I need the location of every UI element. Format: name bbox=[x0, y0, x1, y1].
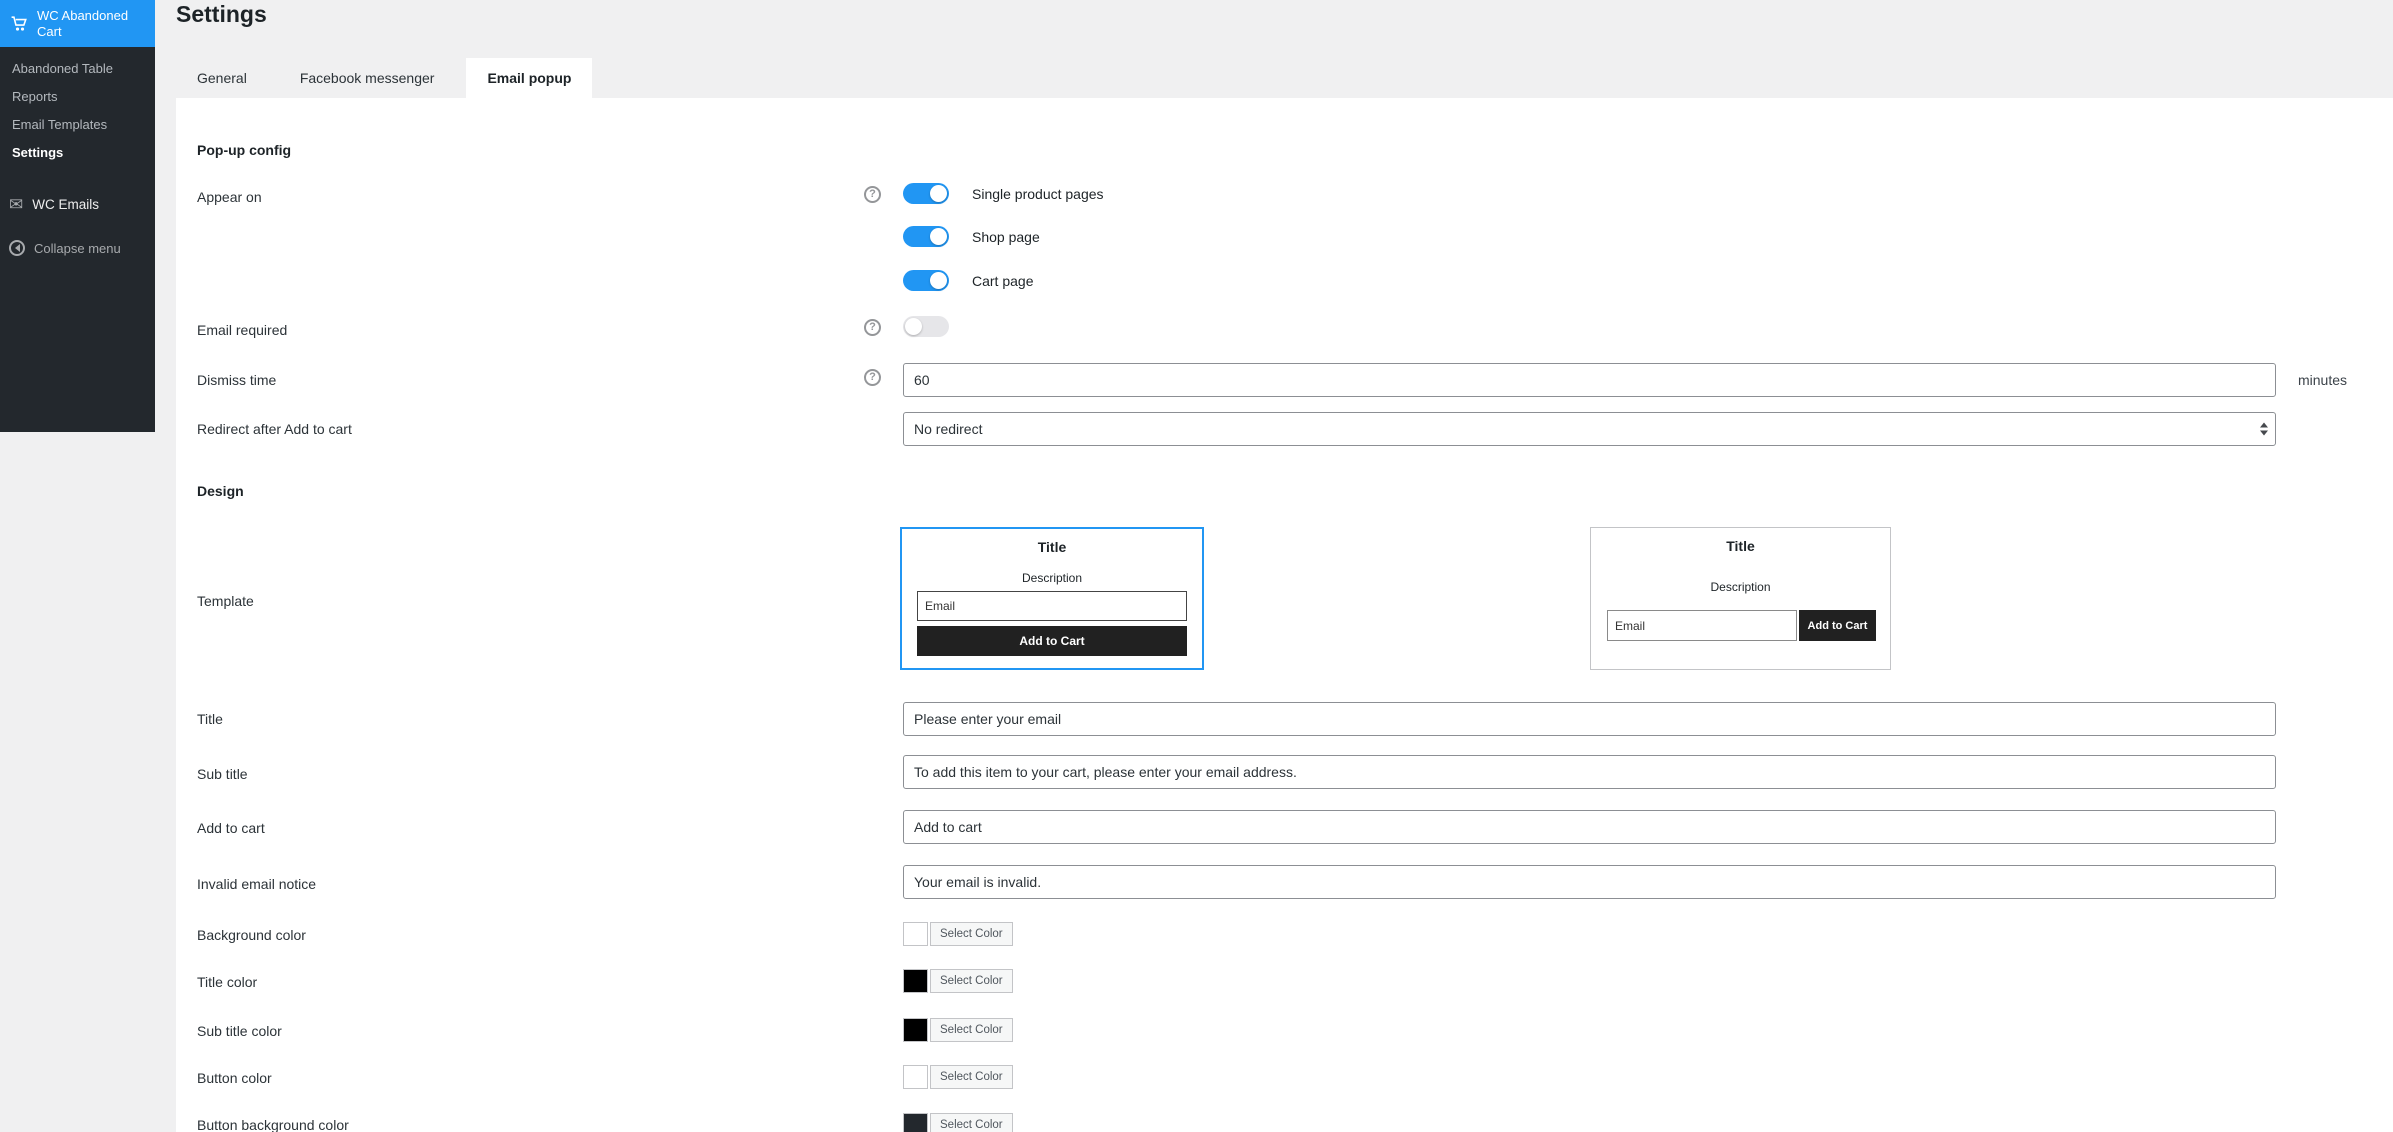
toggle-email-required[interactable] bbox=[903, 316, 949, 337]
sidebar-submenu: Abandoned Table Reports Email Templates … bbox=[0, 47, 155, 181]
template-preview-description: Description bbox=[1591, 580, 1890, 594]
toggle-single-product-pages[interactable] bbox=[903, 183, 949, 204]
button-color-picker[interactable]: Select Color bbox=[903, 1065, 1013, 1089]
template-preview-email-input: Email bbox=[917, 591, 1187, 621]
admin-sidebar: WC Abandoned Cart Abandoned Table Report… bbox=[0, 0, 155, 432]
template-preview-title: Title bbox=[902, 539, 1202, 555]
redirect-label: Redirect after Add to cart bbox=[197, 421, 352, 437]
sidebar-brand-label: WC Abandoned Cart bbox=[37, 8, 149, 40]
email-popup-settings-panel: Pop-up config Appear on Single product p… bbox=[176, 98, 2393, 1132]
background-color-picker[interactable]: Select Color bbox=[903, 922, 1013, 946]
collapse-menu-button[interactable]: Collapse menu bbox=[0, 234, 155, 262]
title-color-picker[interactable]: Select Color bbox=[903, 969, 1013, 993]
design-heading: Design bbox=[197, 483, 244, 499]
background-color-label: Background color bbox=[197, 927, 306, 943]
tab-facebook-messenger[interactable]: Facebook messenger bbox=[279, 58, 456, 98]
color-swatch bbox=[903, 1018, 928, 1042]
redirect-select-value: No redirect bbox=[914, 421, 982, 437]
wp-admin-screen: WC Abandoned Cart Abandoned Table Report… bbox=[0, 0, 2393, 1132]
select-arrows-icon bbox=[2260, 423, 2268, 436]
help-icon[interactable] bbox=[864, 369, 881, 386]
sub-title-color-picker[interactable]: Select Color bbox=[903, 1018, 1013, 1042]
title-input[interactable] bbox=[903, 702, 2276, 736]
title-color-label: Title color bbox=[197, 974, 257, 990]
redirect-select[interactable]: No redirect bbox=[903, 412, 2276, 446]
toggle-label-cart-page: Cart page bbox=[972, 273, 1033, 289]
sidebar-item-reports[interactable]: Reports bbox=[0, 83, 155, 111]
sub-title-input[interactable] bbox=[903, 755, 2276, 789]
template-preview-email-input: Email bbox=[1607, 610, 1797, 641]
template-preview-add-to-cart-button: Add to Cart bbox=[917, 626, 1187, 656]
tab-email-popup[interactable]: Email popup bbox=[466, 58, 592, 98]
color-swatch bbox=[903, 969, 928, 993]
template-option-inline[interactable]: Title Description Email Add to Cart bbox=[1590, 527, 1891, 670]
add-to-cart-input[interactable] bbox=[903, 810, 2276, 844]
appear-on-label: Appear on bbox=[197, 189, 262, 205]
template-label: Template bbox=[197, 593, 254, 609]
title-label: Title bbox=[197, 711, 223, 727]
email-required-label: Email required bbox=[197, 322, 287, 338]
select-color-button[interactable]: Select Color bbox=[930, 969, 1013, 993]
template-option-stacked[interactable]: Title Description Email Add to Cart bbox=[900, 527, 1204, 670]
invalid-email-notice-input[interactable] bbox=[903, 865, 2276, 899]
popup-config-heading: Pop-up config bbox=[197, 142, 291, 158]
settings-tabs: General Facebook messenger Email popup bbox=[176, 58, 592, 98]
select-color-button[interactable]: Select Color bbox=[930, 1113, 1013, 1132]
button-background-color-label: Button background color bbox=[197, 1117, 349, 1132]
button-color-label: Button color bbox=[197, 1070, 272, 1086]
dismiss-time-unit: minutes bbox=[2298, 372, 2347, 388]
dismiss-time-input[interactable] bbox=[903, 363, 2276, 397]
help-icon[interactable] bbox=[864, 319, 881, 336]
sidebar-item-settings[interactable]: Settings bbox=[0, 139, 155, 167]
select-color-button[interactable]: Select Color bbox=[930, 1065, 1013, 1089]
sidebar-item-wc-emails[interactable]: ✉ WC Emails bbox=[0, 187, 155, 221]
sidebar-item-email-templates[interactable]: Email Templates bbox=[0, 111, 155, 139]
cart-icon bbox=[10, 14, 29, 33]
sub-title-label: Sub title bbox=[197, 766, 248, 782]
template-preview-title: Title bbox=[1591, 538, 1890, 554]
email-icon: ✉ bbox=[9, 196, 23, 213]
toggle-label-single-product-pages: Single product pages bbox=[972, 186, 1104, 202]
sidebar-item-wc-abandoned-cart[interactable]: WC Abandoned Cart bbox=[0, 0, 155, 47]
color-swatch bbox=[903, 1065, 928, 1089]
button-background-color-picker[interactable]: Select Color bbox=[903, 1113, 1013, 1132]
toggle-cart-page[interactable] bbox=[903, 270, 949, 291]
template-preview-add-to-cart-button: Add to Cart bbox=[1799, 610, 1876, 641]
invalid-email-notice-label: Invalid email notice bbox=[197, 876, 316, 892]
dismiss-time-label: Dismiss time bbox=[197, 372, 276, 388]
color-swatch bbox=[903, 1113, 928, 1132]
help-icon[interactable] bbox=[864, 186, 881, 203]
page-title: Settings bbox=[176, 0, 267, 28]
toggle-label-shop-page: Shop page bbox=[972, 229, 1040, 245]
collapse-icon bbox=[9, 240, 25, 256]
sidebar-item-abandoned-table[interactable]: Abandoned Table bbox=[0, 55, 155, 83]
tab-general[interactable]: General bbox=[176, 58, 268, 98]
select-color-button[interactable]: Select Color bbox=[930, 1018, 1013, 1042]
collapse-menu-label: Collapse menu bbox=[34, 241, 121, 256]
add-to-cart-label: Add to cart bbox=[197, 820, 265, 836]
template-preview-description: Description bbox=[902, 571, 1202, 585]
select-color-button[interactable]: Select Color bbox=[930, 922, 1013, 946]
toggle-shop-page[interactable] bbox=[903, 226, 949, 247]
color-swatch bbox=[903, 922, 928, 946]
sub-title-color-label: Sub title color bbox=[197, 1023, 282, 1039]
wc-emails-label: WC Emails bbox=[32, 197, 99, 212]
